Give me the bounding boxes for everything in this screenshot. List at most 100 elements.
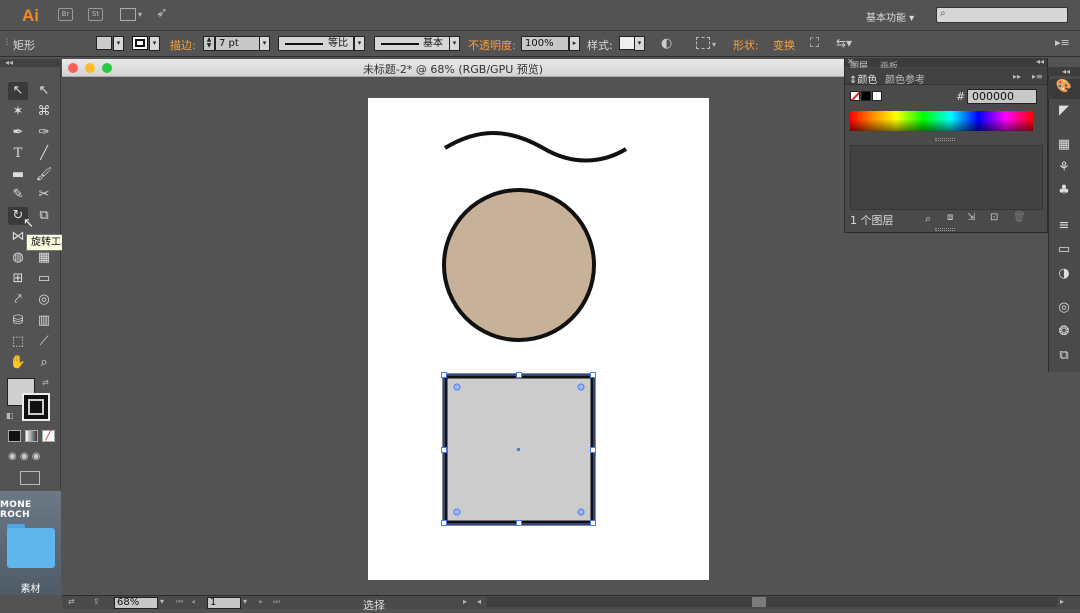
opacity-arrow[interactable]: ▸ [569, 36, 580, 51]
column-graph-tool-icon[interactable]: ▥ [34, 312, 54, 330]
color-guide-icon[interactable]: ◤ [1048, 103, 1080, 123]
first-artboard-icon[interactable]: ⏮ [176, 597, 183, 607]
previous-artboard-icon[interactable]: ◂ [191, 597, 195, 606]
brush-arrow[interactable]: ▾ [449, 36, 460, 51]
zoom-level-field[interactable]: 68% [114, 597, 158, 609]
scissors-tool-icon[interactable]: ✂ [34, 186, 54, 204]
pen-tool-icon[interactable]: ✒ [8, 124, 28, 142]
rectangle-tool-icon[interactable]: ▬ [8, 166, 28, 184]
opacity-label[interactable]: 不透明度: [468, 37, 516, 53]
graphic-styles-icon[interactable]: ❂ [1048, 324, 1080, 344]
recolor-artwork-icon[interactable]: ◐ [661, 36, 672, 51]
hex-color-input[interactable]: 000000 [967, 89, 1037, 104]
brushes-icon[interactable]: ⚘ [1048, 160, 1080, 180]
locate-object-icon[interactable]: ⌕ [925, 212, 931, 226]
folder-icon[interactable] [7, 528, 55, 568]
panel-resize-grip[interactable] [935, 138, 955, 141]
brush-dropdown[interactable]: 基本 [374, 36, 450, 51]
create-layer-icon[interactable]: ⊡ [990, 212, 998, 223]
zoom-dropdown-arrow[interactable]: ▾ [160, 597, 164, 606]
search-input[interactable]: ⌕ [936, 7, 1068, 23]
type-tool-icon[interactable]: T [8, 145, 28, 163]
transparency-panel-icon[interactable]: ◑ [1048, 266, 1080, 286]
slice-tool-icon[interactable]: ⟋ [34, 333, 54, 351]
perspective-grid-tool-icon[interactable]: ▦ [34, 249, 54, 267]
artwork[interactable] [368, 98, 709, 580]
selection-tool-icon[interactable]: ↖ [8, 82, 28, 100]
delete-layer-icon[interactable]: 🗑 [1013, 212, 1026, 223]
tab-color[interactable]: ⇕颜色 [849, 71, 877, 86]
scroll-right-icon[interactable]: ▸ [1060, 597, 1064, 606]
circle-shape[interactable] [442, 188, 596, 342]
swap-fill-stroke-icon[interactable]: ⇄ [42, 378, 49, 387]
horizontal-scrollbar[interactable] [487, 597, 1057, 607]
color-mode-icon[interactable] [8, 430, 21, 442]
white-swatch[interactable] [872, 91, 882, 101]
none-swatch[interactable] [850, 91, 860, 101]
expand-dock-icon[interactable]: ◂◂ [1062, 67, 1070, 76]
gradient-panel-icon[interactable]: ▭ [1048, 242, 1080, 262]
isolate-icon[interactable]: ⛶ [810, 36, 819, 51]
eyedropper-tool-icon[interactable]: ⤤ [8, 291, 28, 309]
stroke-label[interactable]: 描边: [170, 37, 196, 53]
appearance-panel-icon[interactable]: ◎ [1048, 300, 1080, 320]
stroke-weight-stepper[interactable]: ▲ ▼ [203, 36, 215, 51]
fill-dropdown-arrow[interactable]: ▾ [113, 36, 124, 51]
scroll-left-icon[interactable]: ◂ [477, 597, 481, 606]
last-artboard-icon[interactable]: ⏭ [273, 597, 280, 607]
gpu-rocket-icon[interactable]: ➶ [156, 5, 168, 21]
export-icon[interactable]: ⇪ [93, 597, 100, 606]
layers-list[interactable] [850, 145, 1043, 210]
next-artboard-icon[interactable]: ▸ [259, 597, 263, 606]
make-clipping-mask-icon[interactable]: ⧈ [947, 212, 953, 223]
chevron-down-icon[interactable]: ▾ [712, 40, 716, 49]
layers-panel-icon[interactable]: ⧉ [1048, 348, 1080, 368]
panel-menu-icon[interactable]: ▸≡ [1032, 72, 1043, 81]
mesh-tool-icon[interactable]: ⊞ [8, 270, 28, 288]
black-swatch[interactable] [861, 91, 871, 101]
panel-bottom-grip[interactable] [935, 228, 955, 231]
lasso-tool-icon[interactable]: ⌘ [34, 103, 54, 121]
drawing-modes-icon[interactable]: ◉ ◉ ◉ [8, 451, 56, 464]
fill-swatch[interactable] [96, 36, 112, 50]
stroke-weight-dropdown[interactable]: ▾ [259, 36, 270, 51]
color-panel-icon[interactable]: 🎨 [1048, 79, 1080, 99]
arrange-documents-icon[interactable] [120, 8, 136, 21]
bridge-icon[interactable]: Br [58, 8, 73, 21]
shape-label[interactable]: 形状: [733, 37, 759, 53]
control-bar-menu-icon[interactable]: ▸≡ [1055, 36, 1070, 49]
stock-icon[interactable]: St [88, 8, 103, 21]
artboard-number-field[interactable]: 1 [207, 597, 241, 609]
scale-tool-icon[interactable]: ⧉ [34, 207, 54, 225]
status-menu-arrow[interactable]: ▸ [463, 597, 467, 606]
status-toggle-icon[interactable]: ⇄ [68, 597, 75, 606]
width-tool-icon[interactable]: ⋈ [8, 228, 28, 246]
graphic-style-arrow[interactable]: ▾ [634, 36, 645, 51]
shape-builder-tool-icon[interactable]: ◍ [8, 249, 28, 267]
collapse-icon[interactable]: ◂◂ [5, 58, 13, 67]
collapse-panel-icon[interactable]: ◂◂ [1036, 57, 1044, 66]
direct-selection-tool-icon[interactable]: ↖ [34, 82, 54, 100]
pencil-tool-icon[interactable]: ✎ [8, 186, 28, 204]
tab-color-guide[interactable]: 颜色参考 [885, 71, 925, 86]
stroke-swatch[interactable] [132, 36, 148, 50]
workspace-switcher[interactable]: 基本功能 ▾ [866, 9, 914, 24]
gradient-mode-icon[interactable] [25, 430, 38, 442]
swatches-icon[interactable]: ▦ [1048, 137, 1080, 157]
symbol-sprayer-tool-icon[interactable]: ⛁ [8, 312, 28, 330]
chevron-down-icon[interactable]: ▾ [138, 10, 142, 19]
blend-tool-icon[interactable]: ◎ [34, 291, 54, 309]
create-sublayer-icon[interactable]: ⇲ [967, 212, 975, 223]
default-colors-icon[interactable]: ◧ [6, 411, 14, 420]
stroke-weight-field[interactable]: 7 pt [215, 36, 260, 51]
symbols-icon[interactable]: ♣ [1048, 183, 1080, 203]
folder-label[interactable]: 素材 [0, 580, 61, 595]
magic-wand-tool-icon[interactable]: ✶ [8, 103, 28, 121]
wave-path[interactable] [443, 131, 628, 163]
transform-label[interactable]: 变换 [773, 37, 795, 53]
zoom-tool-icon[interactable]: ⌕ [34, 354, 54, 372]
stroke-dropdown-arrow[interactable]: ▾ [149, 36, 160, 51]
none-mode-icon[interactable]: ╱ [42, 430, 55, 442]
stroke-panel-icon[interactable]: ≡ [1048, 218, 1080, 238]
align-to-icon[interactable] [696, 37, 710, 49]
